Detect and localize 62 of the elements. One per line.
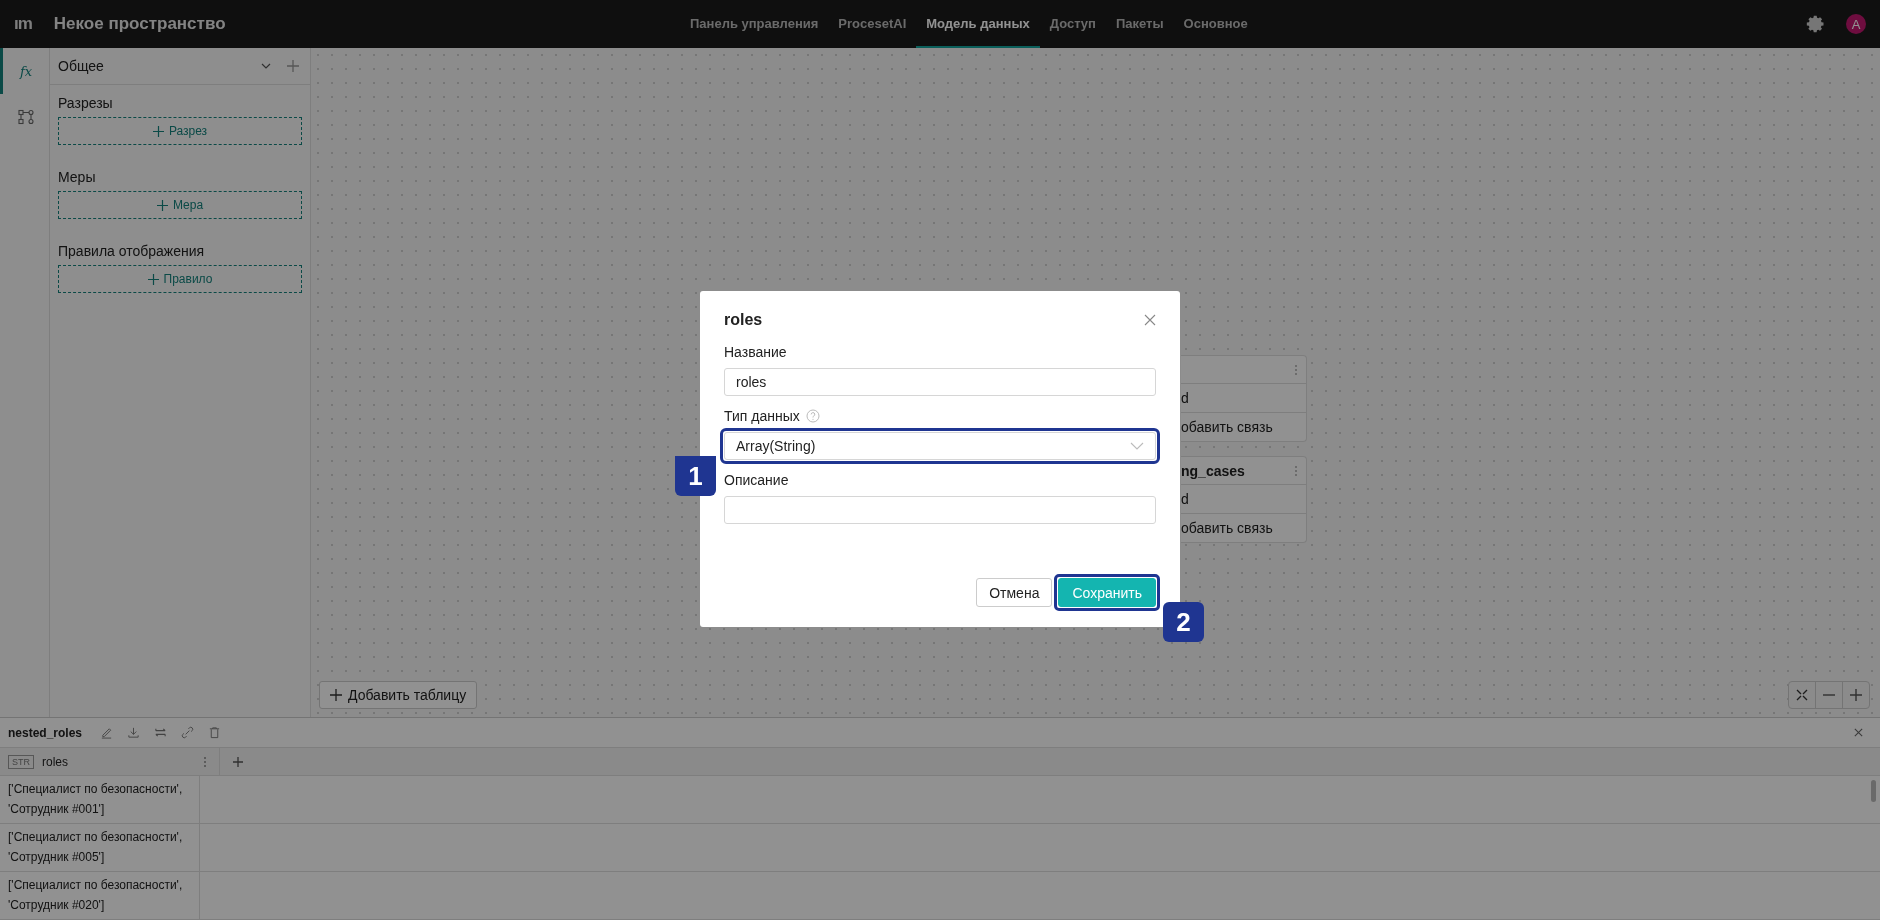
swap-icon[interactable] bbox=[154, 726, 168, 739]
input-field[interactable]: roles bbox=[724, 368, 1156, 396]
kebab-icon[interactable] bbox=[1294, 464, 1298, 477]
nav-tab[interactable]: Панель управления bbox=[680, 0, 829, 48]
nav-tab[interactable]: Пакеты bbox=[1105, 0, 1174, 48]
add-button[interactable]: Правило bbox=[58, 265, 302, 293]
pencil-icon[interactable] bbox=[100, 726, 114, 739]
save-button[interactable]: Сохранить bbox=[1058, 578, 1156, 607]
table-card-row: обавить связь bbox=[1181, 520, 1273, 536]
table-card-row: d bbox=[1181, 491, 1189, 507]
field-label: Описание bbox=[724, 472, 789, 488]
close-icon[interactable] bbox=[1853, 727, 1864, 738]
cancel-button[interactable]: Отмена bbox=[976, 578, 1053, 607]
table-name: nested_roles bbox=[8, 725, 83, 740]
plus-icon bbox=[147, 273, 159, 285]
table-cell: ['Специалист по безопасности', 'Сотрудник #005'] bbox=[8, 830, 183, 864]
nav-tab[interactable]: ProcesetAI bbox=[828, 0, 917, 48]
add-button[interactable]: Мера bbox=[58, 191, 302, 219]
field-label: Название bbox=[724, 344, 787, 360]
help-icon[interactable] bbox=[805, 409, 820, 423]
nav-tab[interactable]: Доступ bbox=[1039, 0, 1106, 48]
column-name: roles bbox=[42, 754, 69, 769]
type-tag: STR bbox=[8, 754, 34, 769]
field-label: Тип данных bbox=[724, 408, 800, 424]
table-card-row: обавить связь bbox=[1181, 419, 1273, 435]
add-table-button[interactable]: Добавить таблицу bbox=[319, 681, 478, 709]
section-title: Правила отображения bbox=[58, 243, 206, 259]
user-avatar[interactable]: A bbox=[1846, 14, 1866, 34]
scrollbar[interactable] bbox=[1871, 780, 1876, 802]
download-icon[interactable] bbox=[127, 726, 141, 739]
table-card[interactable]: d обавить связь bbox=[1181, 355, 1307, 442]
close-icon[interactable] bbox=[1144, 314, 1156, 326]
callout-badge: 2 bbox=[1163, 602, 1204, 642]
trash-icon[interactable] bbox=[208, 726, 222, 739]
kebab-icon[interactable] bbox=[203, 755, 207, 768]
data-type-select[interactable]: Array(String) bbox=[724, 432, 1156, 460]
table-cell: ['Специалист по безопасности', 'Сотрудник #020'] bbox=[8, 878, 183, 912]
plus-icon bbox=[152, 125, 164, 137]
link-icon[interactable] bbox=[181, 726, 195, 739]
nodes-icon bbox=[18, 109, 34, 125]
section-title: Разрезы bbox=[58, 95, 114, 111]
chevron-icon bbox=[1130, 441, 1144, 451]
nav-tab[interactable]: Основное bbox=[1173, 0, 1258, 48]
table-card[interactable]: ng_cases d обавить связь bbox=[1181, 456, 1307, 543]
workspace-title: Некое пространство bbox=[53, 14, 226, 34]
add-column-icon[interactable] bbox=[232, 755, 244, 768]
table-cell: ['Специалист по безопасности', 'Сотрудник #001'] bbox=[8, 782, 183, 816]
section-title: Меры bbox=[58, 169, 97, 185]
table-card-title: ng_cases bbox=[1181, 462, 1245, 479]
input-field[interactable] bbox=[724, 496, 1156, 524]
plus-icon[interactable] bbox=[286, 59, 300, 73]
settings-icon[interactable] bbox=[1806, 14, 1826, 34]
plus-icon bbox=[156, 199, 168, 211]
column-header[interactable]: STR roles bbox=[0, 748, 220, 775]
add-button[interactable]: Разрез bbox=[58, 117, 302, 145]
dialog-title: roles bbox=[724, 311, 763, 329]
table-card-row: d bbox=[1181, 390, 1189, 406]
logo: ım bbox=[14, 14, 32, 34]
group-dropdown[interactable]: Общее bbox=[58, 58, 246, 74]
kebab-icon[interactable] bbox=[1294, 363, 1298, 376]
callout-badge: 1 bbox=[675, 456, 716, 496]
plus-icon bbox=[330, 689, 342, 701]
